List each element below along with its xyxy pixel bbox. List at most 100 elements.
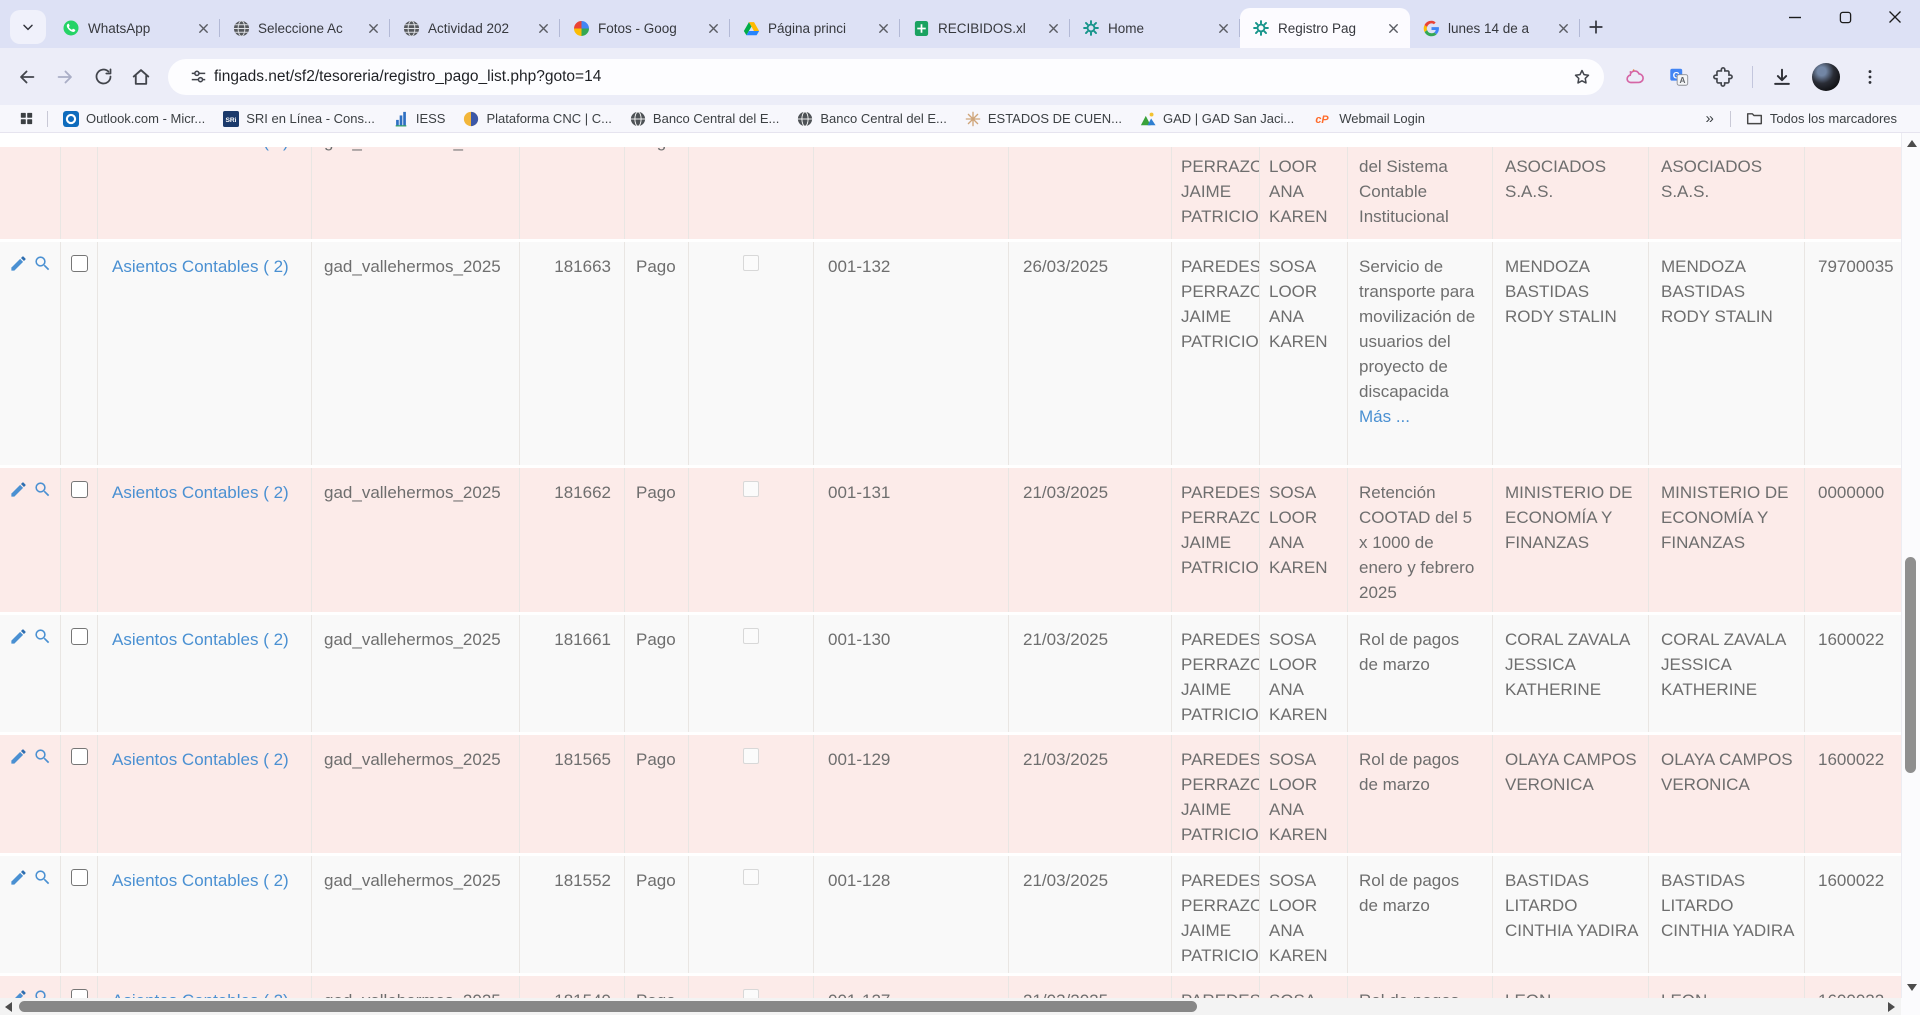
bookmark-item-3[interactable]: IESS <box>384 109 455 129</box>
tab-close-button[interactable] <box>534 19 552 37</box>
row-select-cell <box>61 468 98 612</box>
bookmark-item-5[interactable]: Banco Central del E... <box>621 109 788 129</box>
asientos-contables-link[interactable]: Asientos Contables ( 2) <box>112 483 289 502</box>
site-info-button[interactable] <box>182 61 214 93</box>
view-button[interactable] <box>33 479 53 499</box>
edit-button[interactable] <box>9 147 29 148</box>
elaborado-cell: PAREDES PERRAZO JAIME PATRICIO <box>1172 735 1260 853</box>
row-checkbox[interactable] <box>71 628 88 645</box>
address-bar[interactable]: fingads.net/sf2/tesoreria/registro_pago_… <box>168 59 1604 95</box>
plus-icon <box>1586 17 1616 37</box>
edit-button[interactable] <box>9 626 29 646</box>
browser-tab-2[interactable]: Seleccione Ac <box>220 8 390 48</box>
profile-button[interactable] <box>1807 58 1845 96</box>
view-button[interactable] <box>33 626 53 646</box>
tab-close-button[interactable] <box>1384 19 1402 37</box>
browser-tab-1[interactable]: WhatsApp <box>50 8 220 48</box>
home-button[interactable] <box>122 58 160 96</box>
row-checkbox[interactable] <box>71 255 88 272</box>
asientos-contables-link[interactable]: Asientos Contables ( 2) <box>112 630 289 649</box>
vertical-scrollbar[interactable] <box>1901 133 1920 998</box>
asientos-contables-link[interactable]: Asientos Contables ( 2) <box>112 257 289 276</box>
forward-button[interactable] <box>46 58 84 96</box>
beneficiario2-cell: MENDOZA BASTIDAS RODY STALIN <box>1649 242 1805 465</box>
maximize-button[interactable] <box>1820 0 1870 34</box>
tab-close-button[interactable] <box>194 19 212 37</box>
scroll-left-arrow-icon[interactable] <box>5 1002 12 1012</box>
flag-checkbox <box>743 255 759 271</box>
bookmark-item-1[interactable]: Outlook.com - Micr... <box>54 109 214 129</box>
extensions-puzzle-icon <box>1712 66 1734 88</box>
more-link[interactable]: Más ... <box>1359 404 1480 429</box>
tab-close-button[interactable] <box>1044 19 1062 37</box>
new-tab-button[interactable] <box>1586 12 1616 42</box>
asientos-contables-link[interactable]: Asientos Contables ( 2) <box>112 871 289 890</box>
bookmark-item-9[interactable]: cPWebmail Login <box>1303 109 1434 129</box>
bookmarks-overflow-chevron[interactable]: » <box>1695 110 1723 127</box>
vertical-scroll-thumb[interactable] <box>1905 557 1916 773</box>
browser-tab-5[interactable]: Página princi <box>730 8 900 48</box>
row-checkbox[interactable] <box>71 869 88 886</box>
cloud-extension-button[interactable] <box>1616 58 1654 96</box>
row-checkbox[interactable] <box>71 748 88 765</box>
close-window-button[interactable] <box>1870 0 1920 34</box>
reload-button[interactable] <box>84 58 122 96</box>
tab-search-button[interactable] <box>10 10 46 44</box>
bookmarks-separator <box>1730 111 1731 127</box>
tab-close-button[interactable] <box>704 19 722 37</box>
extensions-button[interactable] <box>1704 58 1742 96</box>
row-checkbox[interactable] <box>71 481 88 498</box>
tab-title: Home <box>1108 21 1206 36</box>
edit-button[interactable] <box>9 479 29 499</box>
tab-close-button[interactable] <box>1554 19 1572 37</box>
browser-menu-button[interactable] <box>1851 58 1889 96</box>
edit-button[interactable] <box>9 987 29 998</box>
minimize-button[interactable] <box>1770 0 1820 34</box>
url-text[interactable]: fingads.net/sf2/tesoreria/registro_pago_… <box>214 68 1566 86</box>
view-button[interactable] <box>33 746 53 766</box>
all-bookmarks-button[interactable]: Todos los marcadores <box>1737 108 1906 129</box>
browser-tab-9[interactable]: lunes 14 de a <box>1410 8 1580 48</box>
horizontal-scroll-thumb[interactable] <box>19 1001 1197 1012</box>
tab-close-button[interactable] <box>1214 19 1232 37</box>
scroll-up-arrow-icon[interactable] <box>1907 140 1917 147</box>
view-button[interactable] <box>33 987 53 998</box>
bookmark-item-7[interactable]: ESTADOS DE CUEN... <box>956 109 1131 129</box>
view-button[interactable] <box>33 867 53 887</box>
apps-grid-button[interactable] <box>12 108 41 129</box>
bookmark-star-button[interactable] <box>1566 61 1598 93</box>
browser-tab-3[interactable]: Actividad 202 <box>390 8 560 48</box>
documento-cell: 001-133 <box>814 147 1009 239</box>
bookmark-item-4[interactable]: Plataforma CNC | C... <box>454 109 620 129</box>
asientos-contables-link[interactable]: Asientos Contables ( 2) <box>112 147 289 151</box>
downloads-button[interactable] <box>1763 58 1801 96</box>
scroll-down-arrow-icon[interactable] <box>1907 984 1917 991</box>
bookmark-item-8[interactable]: GAD | GAD San Jaci... <box>1131 109 1303 129</box>
toolbar-separator <box>1752 66 1753 88</box>
edit-button[interactable] <box>9 867 29 887</box>
view-button[interactable] <box>33 253 53 273</box>
gad-mountains-icon <box>1140 111 1156 127</box>
back-button[interactable] <box>8 58 46 96</box>
bookmark-label: Outlook.com - Micr... <box>86 111 205 126</box>
edit-button[interactable] <box>9 746 29 766</box>
view-button[interactable] <box>33 147 53 148</box>
bookmark-item-2[interactable]: SRiSRI en Línea - Cons... <box>214 109 384 129</box>
browser-tab-6[interactable]: RECIBIDOS.xl <box>900 8 1070 48</box>
detalle-cell: Rol de pagos de marzo <box>1348 735 1493 853</box>
tab-close-button[interactable] <box>364 19 382 37</box>
asientos-contables-link[interactable]: Asientos Contables ( 2) <box>112 750 289 769</box>
scroll-right-arrow-icon[interactable] <box>1888 1002 1895 1012</box>
row-checkbox[interactable] <box>71 989 88 998</box>
asientos-contables-link[interactable]: Asientos Contables ( 2) <box>112 991 289 998</box>
browser-tab-7[interactable]: Home <box>1070 8 1240 48</box>
browser-tab-4[interactable]: Fotos - Goog <box>560 8 730 48</box>
google-translate-button[interactable]: GA <box>1660 58 1698 96</box>
asientos-link-cell: Asientos Contables ( 2) <box>98 735 312 853</box>
window-controls <box>1770 0 1920 34</box>
edit-button[interactable] <box>9 253 29 273</box>
bookmark-item-6[interactable]: Banco Central del E... <box>788 109 955 129</box>
horizontal-scrollbar[interactable] <box>0 998 1901 1015</box>
tab-close-button[interactable] <box>874 19 892 37</box>
browser-tab-8[interactable]: Registro Pag <box>1240 8 1410 48</box>
